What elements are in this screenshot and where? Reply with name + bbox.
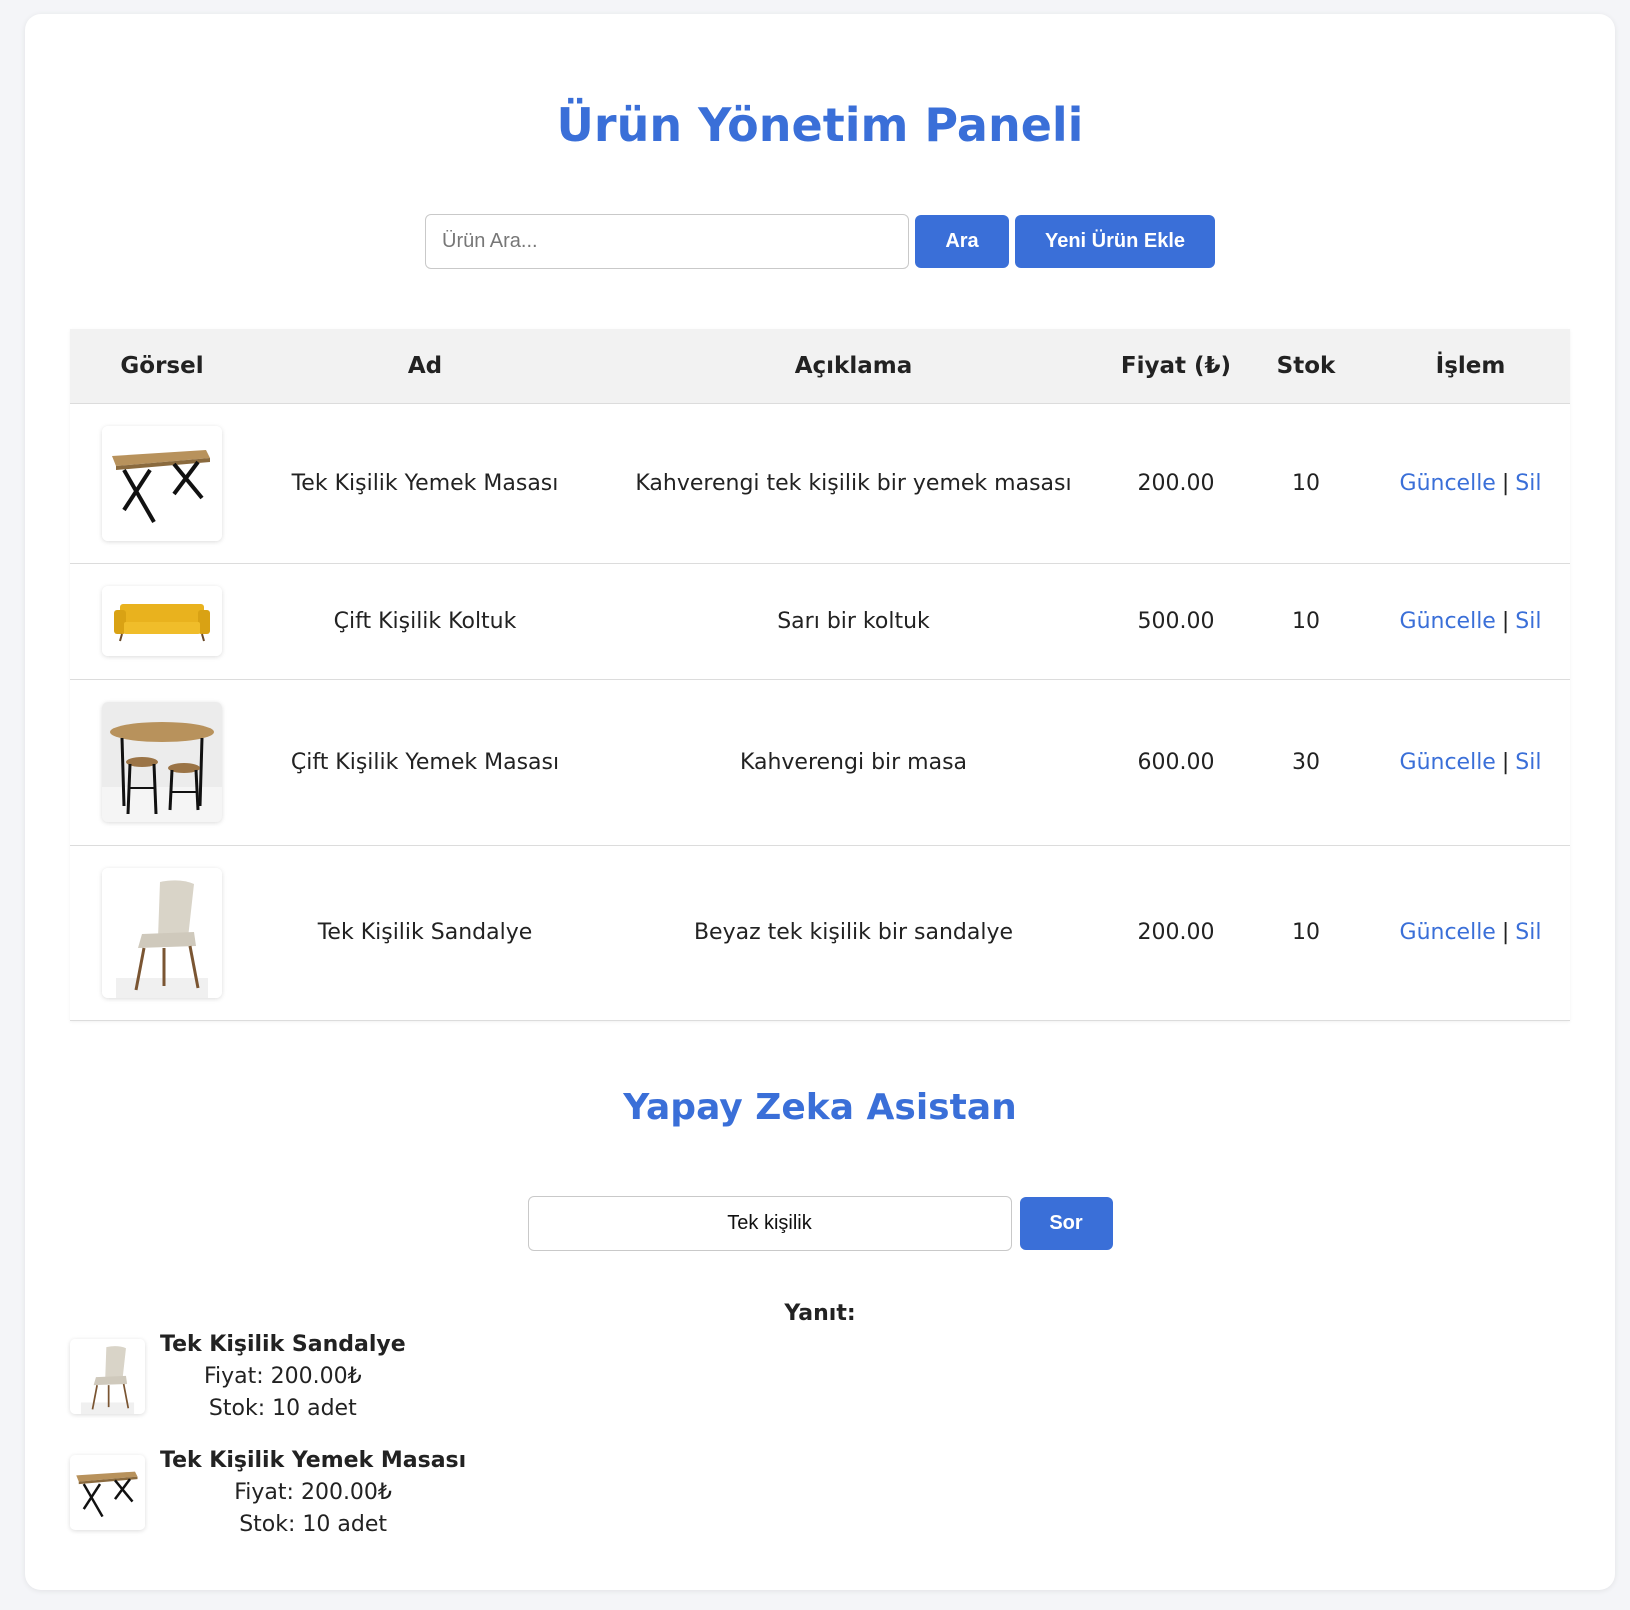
table-row: Çift Kişilik Koltuk Sarı bir koltuk 500.… [70, 562, 1570, 679]
product-description: Kahverengi tek kişilik bir yemek masası [596, 402, 1111, 563]
answer-product-name: Tek Kişilik Sandalye [160, 1332, 406, 1357]
products-table: Görsel Ad Açıklama Fiyat (₺) Stok İşlem [70, 329, 1570, 1021]
answer-label: Yanıt: [784, 1301, 856, 1326]
delete-link[interactable]: Sil [1515, 750, 1541, 775]
column-header-image: Görsel [70, 329, 254, 403]
product-stock: 10 [1241, 844, 1371, 1021]
chair-image [102, 867, 222, 998]
action-separator: | [1501, 470, 1510, 496]
product-stock: 30 [1241, 678, 1371, 845]
product-actions: Güncelle | Sil [1371, 402, 1570, 563]
answer-product-stock: Stok: 10 adet [208, 1396, 357, 1421]
table-image [102, 425, 222, 541]
table-header-row: Görsel Ad Açıklama Fiyat (₺) Stok İşlem [70, 329, 1570, 403]
delete-link[interactable]: Sil [1515, 471, 1541, 496]
column-header-name: Ad [254, 329, 596, 403]
product-actions: Güncelle | Sil [1371, 844, 1570, 1021]
update-link[interactable]: Güncelle [1400, 920, 1496, 945]
answer-list: Tek Kişilik Sandalye Fiyat: 200.00₺ Stok… [70, 1329, 466, 1561]
product-name: Çift Kişilik Koltuk [254, 562, 596, 679]
action-separator: | [1501, 920, 1510, 945]
answer-product-name: Tek Kişilik Yemek Masası [160, 1448, 467, 1473]
ask-button[interactable]: Sor [1019, 1197, 1113, 1250]
product-description: Kahverengi bir masa [596, 678, 1111, 845]
answer-product-price: Fiyat: 200.00₺ [203, 1364, 362, 1389]
delete-link[interactable]: Sil [1515, 920, 1541, 945]
search-input[interactable] [425, 214, 909, 269]
assistant-query-input[interactable] [527, 1196, 1012, 1251]
answer-text: Tek Kişilik Yemek Masası Fiyat: 200.00₺ … [160, 1445, 466, 1541]
table-row: Tek Kişilik Sandalye Beyaz tek kişilik b… [70, 844, 1570, 1021]
table-image [70, 1455, 145, 1530]
assistant-title: Yapay Zeka Asistan [623, 1087, 1017, 1128]
action-separator: | [1501, 749, 1510, 775]
column-header-price: Fiyat (₺) [1111, 329, 1241, 403]
answer-product-stock: Stok: 10 adet [239, 1512, 387, 1537]
assistant-query-bar: Sor [25, 1196, 1615, 1251]
add-product-button[interactable]: Yeni Ürün Ekle [1015, 215, 1215, 268]
table-row: Çift Kişilik Yemek Masası Kahverengi bir… [70, 678, 1570, 845]
product-stock: 10 [1241, 402, 1371, 563]
product-price: 200.00 [1111, 844, 1241, 1021]
product-stock: 10 [1241, 562, 1371, 679]
table-row: Tek Kişilik Yemek Masası Kahverengi tek … [70, 402, 1570, 563]
product-actions: Güncelle | Sil [1371, 562, 1570, 679]
product-price: 500.00 [1111, 562, 1241, 679]
action-separator: | [1501, 608, 1510, 634]
answer-product-price: Fiyat: 200.00₺ [234, 1480, 392, 1505]
page-title: Ürün Yönetim Paneli [556, 98, 1084, 152]
product-description: Beyaz tek kişilik bir sandalye [596, 844, 1111, 1021]
product-price: 200.00 [1111, 402, 1241, 563]
product-actions: Güncelle | Sil [1371, 678, 1570, 845]
main-card: Ürün Yönetim Paneli Ara Yeni Ürün Ekle G… [25, 14, 1615, 1590]
search-button[interactable]: Ara [915, 215, 1009, 268]
chair-image [70, 1339, 145, 1414]
product-price: 600.00 [1111, 678, 1241, 845]
column-header-actions: İşlem [1371, 329, 1570, 403]
column-header-stock: Stok [1241, 329, 1371, 403]
product-name: Tek Kişilik Yemek Masası [254, 402, 596, 563]
column-header-description: Açıklama [596, 329, 1111, 403]
sofa-image [102, 586, 222, 656]
product-description: Sarı bir koltuk [596, 562, 1111, 679]
dining-set-image [102, 702, 222, 822]
search-bar: Ara Yeni Ürün Ekle [25, 214, 1615, 269]
update-link[interactable]: Güncelle [1400, 609, 1496, 634]
answer-item: Tek Kişilik Sandalye Fiyat: 200.00₺ Stok… [70, 1329, 466, 1425]
answer-text: Tek Kişilik Sandalye Fiyat: 200.00₺ Stok… [160, 1329, 406, 1425]
update-link[interactable]: Güncelle [1400, 471, 1496, 496]
product-name: Tek Kişilik Sandalye [254, 844, 596, 1021]
answer-item: Tek Kişilik Yemek Masası Fiyat: 200.00₺ … [70, 1445, 466, 1541]
product-name: Çift Kişilik Yemek Masası [254, 678, 596, 845]
update-link[interactable]: Güncelle [1400, 750, 1496, 775]
delete-link[interactable]: Sil [1515, 609, 1541, 634]
